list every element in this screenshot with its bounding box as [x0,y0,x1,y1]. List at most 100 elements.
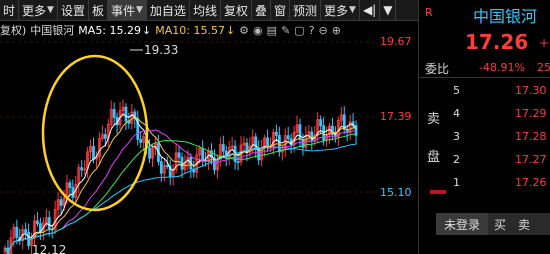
toolbar-label: 板 [91,3,104,18]
toolbar-button-11[interactable]: 更多 ▼ [321,0,360,20]
lock-icon[interactable]: ▢ [294,24,304,37]
candle-body [139,139,143,143]
candle-body [254,136,258,150]
orderbook-row[interactable]: 2 17.27 [443,153,550,169]
toolbar-button-13[interactable]: ▼ [380,0,397,20]
indicator-info-bar: 复权) 中国银河 MA5: 15.29 ↓ MA10: 15.57 ↓ ⚙ ◉ … [0,22,375,38]
toolbar-button-1[interactable]: 更多 ▼ [19,0,58,20]
orderbook-price: 17.27 [515,153,547,166]
toolbar-button-2[interactable]: 设置 [58,0,89,20]
candle-body [177,152,181,158]
eye-icon[interactable]: ◉ [253,24,263,37]
current-price-marker [430,190,446,194]
toolbar-button-8[interactable]: 叠 [252,0,271,20]
webi-label: 委比 [425,62,450,76]
toolbar-button-4[interactable]: 事件 ▼ [107,0,147,20]
candle-body [68,182,72,188]
price-axis-top: 19.67 [380,35,412,48]
candle-body [236,161,240,163]
toolbar-label: 加自选 [149,3,186,18]
webi-value: -48.91% [479,61,525,74]
login-button[interactable]: 未登录 [436,213,489,235]
toolbar-button-0[interactable]: 时 [0,0,20,20]
ma10-value: MA10: 15.57 [155,23,225,37]
toolbar-button-3[interactable]: 板 [89,0,108,20]
candle-body [148,147,151,159]
candle-body [319,119,323,127]
candle-body [80,167,84,171]
orderbook-level: 4 [453,107,460,120]
toolbar-label: 更多 [22,3,47,18]
settings-icon[interactable]: ⚙ [239,24,249,37]
dropdown-arrow-icon: ▼ [136,5,143,15]
candle-body [277,134,281,153]
zoom-in-icon[interactable]: ⊕ [332,24,341,37]
quote-change: +0 [539,36,550,50]
toolbar-label: 预测 [293,3,318,18]
toolbar-button-6[interactable]: 均线 [190,0,221,20]
orderbook-price: 17.29 [515,107,547,120]
orderbook-row[interactable]: 1 17.26 [443,176,550,192]
ma10-arrow: ↓ [225,23,236,37]
candle-body [201,148,205,161]
toolbar-label: 复权 [223,3,248,18]
toolbar-button-12[interactable]: ◀| [360,0,381,20]
toolbar-label: 叠 [254,3,267,18]
divider [419,77,550,78]
webi-extra: 25 [537,61,550,74]
candle-body [266,137,269,147]
ma5-arrow: ↓ [142,23,152,37]
candle-body [112,109,116,118]
candle-body [274,131,278,136]
draw-icon[interactable]: ✎ [281,24,290,37]
toolbar-button-7[interactable]: 复权 [221,0,252,20]
quote-price: 17.26 [465,30,529,54]
orderbook-level: 5 [453,84,460,97]
orderbook-row[interactable]: 4 17.29 [443,107,550,123]
low-price-label: 12.12 [32,243,66,254]
orderbook-price: 17.26 [515,176,547,189]
toolbar-button-5[interactable]: 加自选 [147,0,190,20]
stock-name-label: 中国银河 [30,24,75,37]
chart-toolbar: 时更多 ▼ 设置板事件 ▼ 加自选 均线 复权叠窗预测 更多 ▼ ◀| ▼ [0,0,418,21]
candle-body [47,217,51,230]
toolbar-button-9[interactable]: 窗 [271,0,290,20]
adjust-label: 复权) [0,24,27,37]
price-axis-bottom: 15.10 [380,186,412,199]
sell-label-bottom: 盘 [427,150,441,165]
toolbar-label: 时 [3,3,16,18]
orderbook-row[interactable]: 3 17.28 [443,130,550,146]
high-price-label: 19.33 [144,43,178,57]
candle-body [59,199,63,206]
candle-body [124,106,128,122]
candle-body [298,124,302,140]
candle-body [221,144,225,152]
candle-body [36,220,39,225]
candlestick-chart[interactable]: 19.33 12.12 [0,38,376,254]
layers-icon[interactable]: ▤ [267,24,277,37]
quote-stock-name: 中国银河 [473,7,538,26]
buy-button[interactable]: 买 [488,216,512,233]
sell-button[interactable]: 卖 [512,216,536,233]
help-icon[interactable]: ? [309,24,315,37]
trade-bar: 未登录 买 卖 [436,213,550,235]
zoom-out-icon[interactable]: ⊖ [319,24,328,37]
orderbook-level: 1 [453,176,460,189]
orderbook-row[interactable]: 5 17.30 [443,84,550,100]
orderbook-level: 2 [453,153,460,166]
toolbar-label: 均线 [192,3,217,18]
ma5-value: MA5: 15.29 [78,23,142,37]
candle-body [92,146,95,160]
toolbar-label: 设置 [60,3,85,18]
candle-body [103,134,107,139]
toolbar-label: 窗 [273,3,286,18]
candle-body [15,226,19,238]
quote-code: R [425,6,433,19]
orderbook-price: 17.30 [515,84,547,97]
candle-body [310,131,314,142]
orderbook-level: 3 [453,130,460,143]
toolbar-button-10[interactable]: 预测 [290,0,322,20]
dropdown-arrow-icon: ▼ [47,5,54,15]
toolbar-label: ▼ [383,3,393,17]
candle-body [24,229,28,233]
